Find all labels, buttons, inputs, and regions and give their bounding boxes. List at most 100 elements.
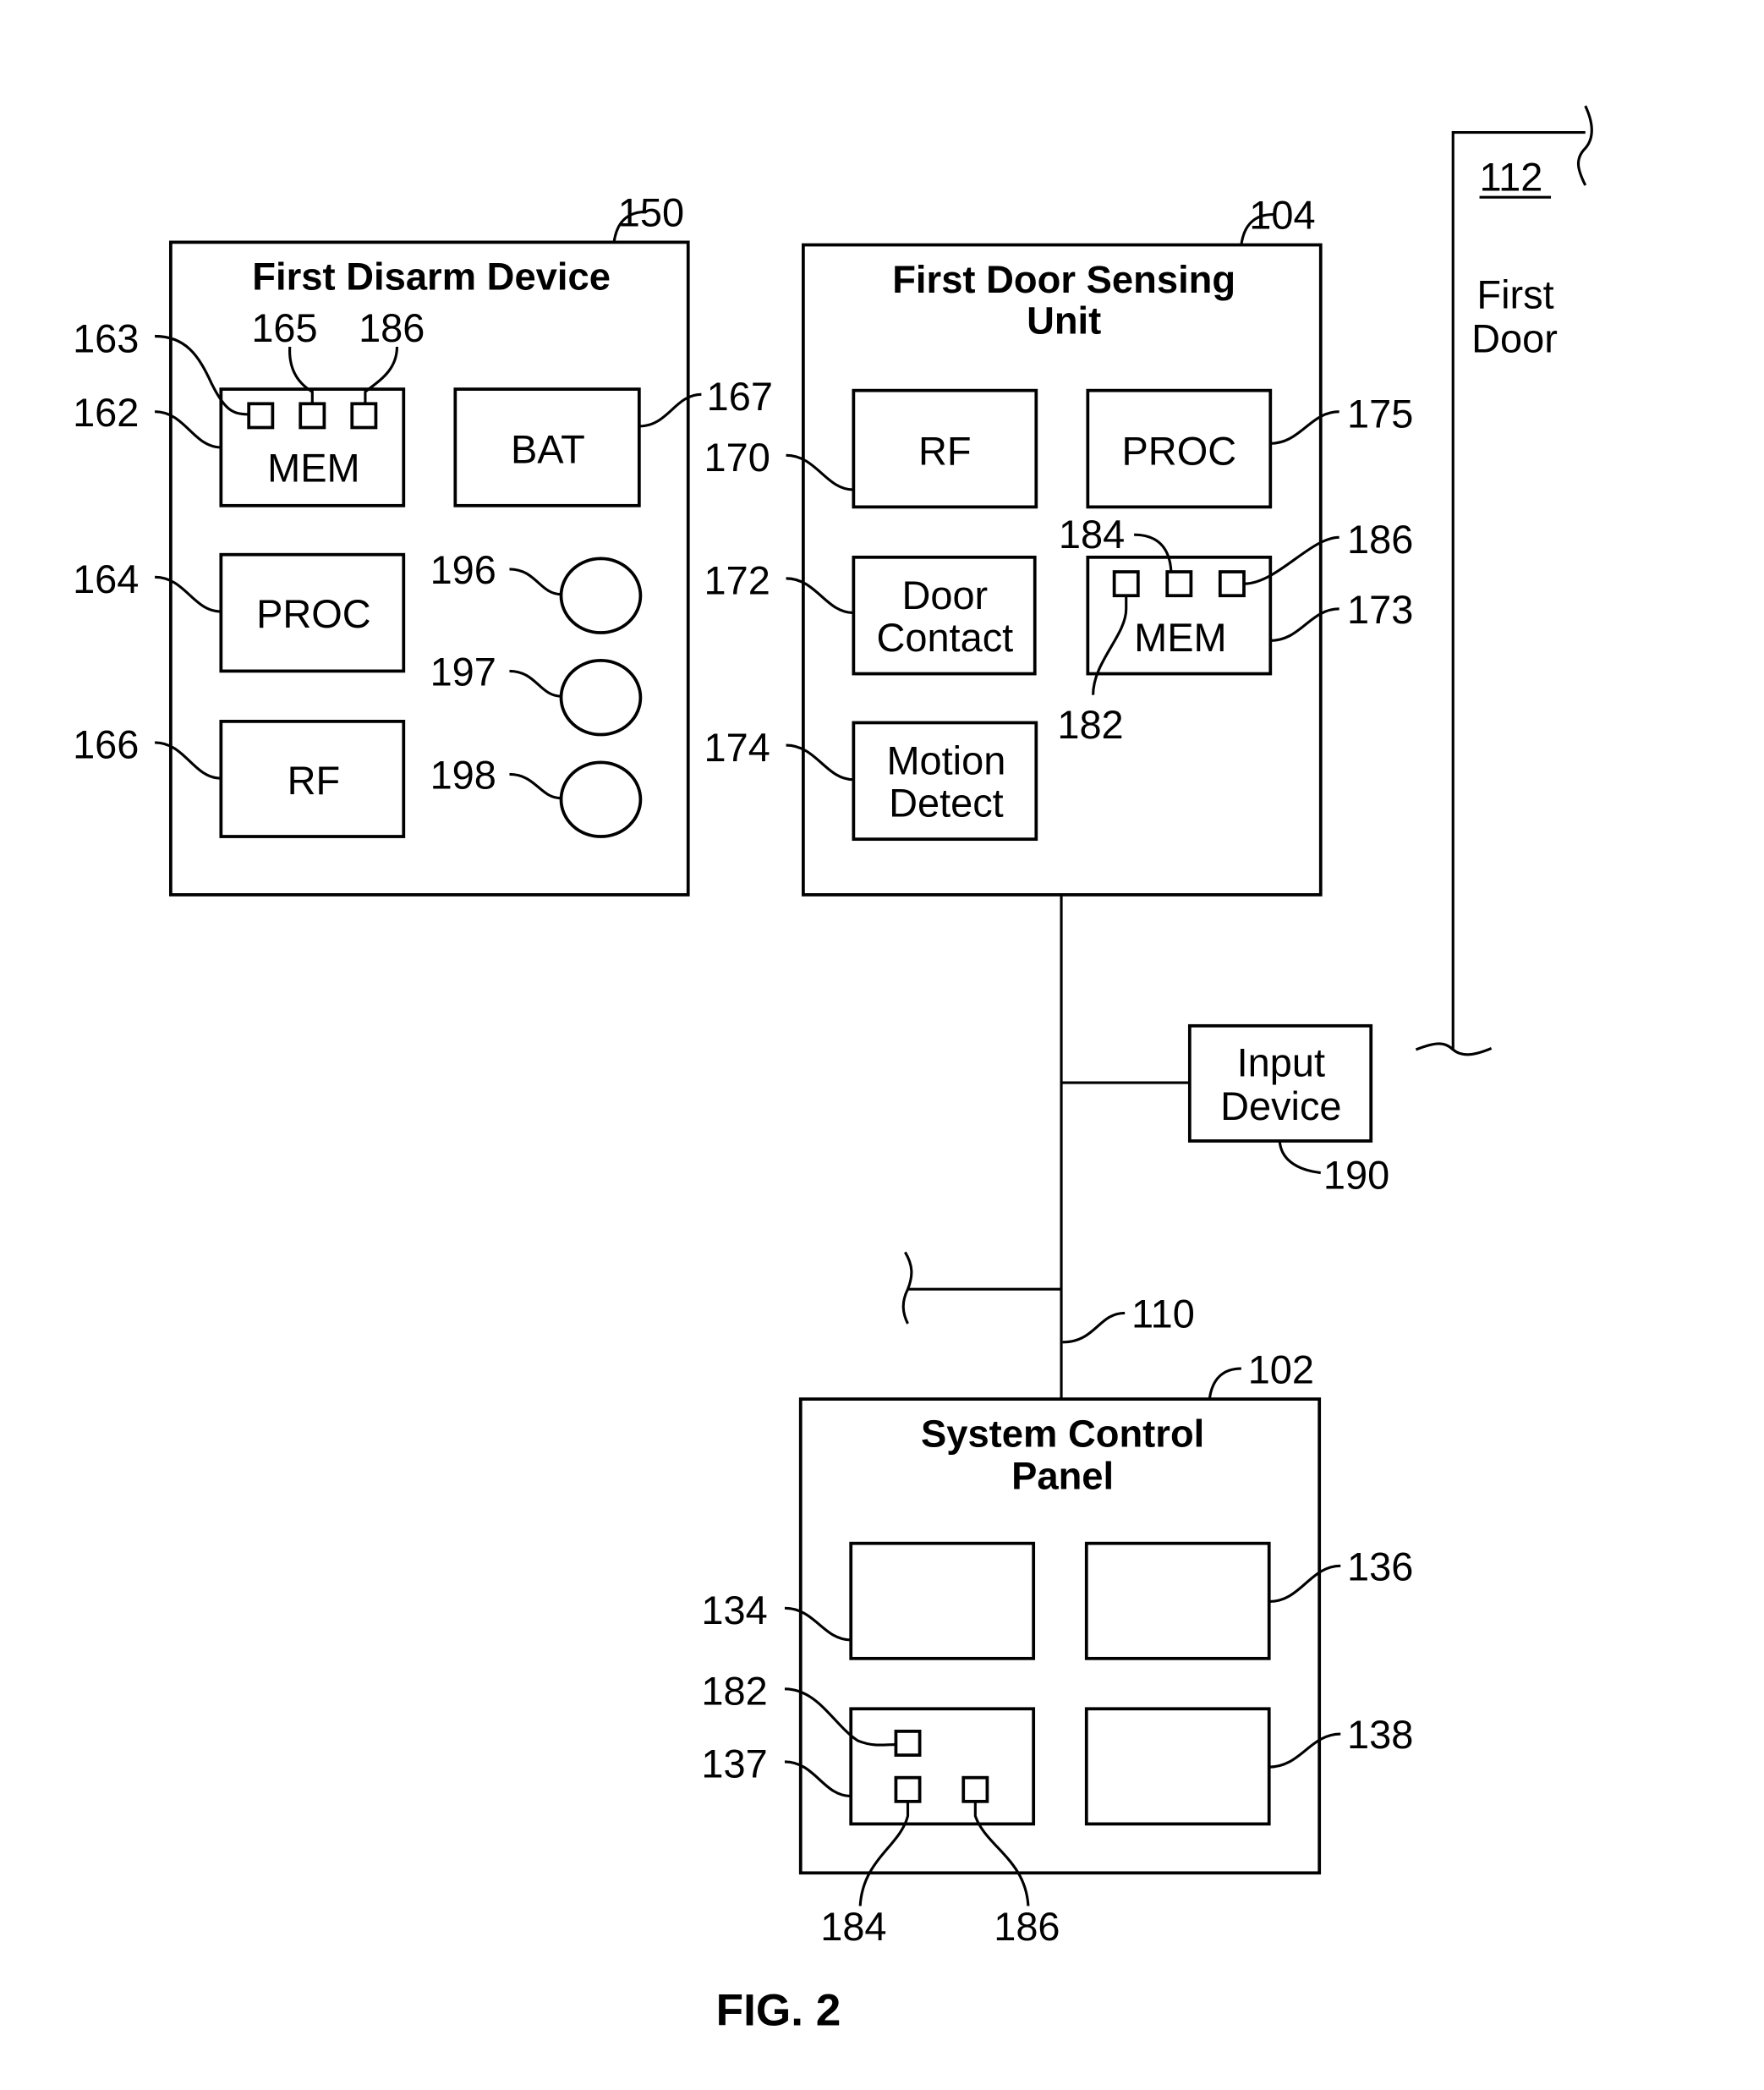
ref-163: 163 <box>73 316 139 360</box>
indicator-197 <box>559 659 643 737</box>
input-device-line1: Input <box>1237 1040 1325 1084</box>
ref-172: 172 <box>704 559 770 603</box>
ref-110: 110 <box>1131 1292 1195 1336</box>
first-door: 112 First Door <box>1415 105 1593 1056</box>
sensing-unit-title-line1: First Door Sensing <box>892 258 1235 301</box>
sensing-mem-label: MEM <box>1134 616 1227 660</box>
leader-166 <box>155 741 222 780</box>
ref-182b: 182 <box>701 1670 767 1714</box>
leader-184 <box>1134 533 1173 573</box>
leader-174 <box>786 743 854 782</box>
leader-173 <box>1270 607 1339 642</box>
disarm-bat-label: BAT <box>511 428 585 472</box>
control-panel: 102 System Control Panel 134 136 182 137… <box>701 1347 1413 1949</box>
ref-162: 162 <box>73 391 139 435</box>
motion-detect-line1: Motion <box>886 738 1005 782</box>
diagram-canvas: 150 First Disarm Device MEM 163 165 186 … <box>73 105 1593 2035</box>
leader-110 <box>1062 1311 1126 1344</box>
ref-197: 197 <box>430 650 496 694</box>
leader-134 <box>784 1606 852 1642</box>
door-break-top <box>1576 105 1593 186</box>
leader-138 <box>1268 1732 1341 1769</box>
input-device-line2: Device <box>1220 1084 1341 1128</box>
sensing-mem-cell-182 <box>1112 570 1140 598</box>
door-label-line2: Door <box>1471 316 1558 360</box>
ref-186c: 186 <box>994 1905 1060 1949</box>
bus: 110 <box>901 894 1195 1400</box>
ref-184b: 184 <box>820 1905 886 1949</box>
leader-164 <box>155 575 222 613</box>
ref-174: 174 <box>704 726 770 770</box>
bus-break-left <box>901 1251 913 1325</box>
mem-cell-163 <box>247 402 275 430</box>
leader-186c <box>973 1801 1030 1906</box>
panel-block-137 <box>849 1707 1036 1826</box>
leader-198 <box>509 772 562 800</box>
leader-186 <box>364 346 399 404</box>
disarm-device: 150 First Disarm Device MEM 163 165 186 … <box>73 191 773 897</box>
sensing-proc-label: PROC <box>1122 429 1237 473</box>
door-outline <box>1451 130 1586 1050</box>
leader-170 <box>786 453 854 491</box>
panel-cell-182 <box>894 1730 922 1757</box>
door-sensing-unit: 104 First Door Sensing Unit RF 170 PROC … <box>704 194 1413 897</box>
ref-198: 198 <box>430 754 496 798</box>
leader-190 <box>1278 1140 1321 1175</box>
leader-167 <box>638 392 702 428</box>
ref-184: 184 <box>1059 513 1125 557</box>
disarm-device-title: First Disarm Device <box>252 255 611 299</box>
leader-182 <box>1092 595 1128 695</box>
ref-104: 104 <box>1249 194 1315 238</box>
input-device: Input Device 190 <box>1187 1023 1389 1197</box>
leader-137 <box>784 1760 852 1798</box>
sensing-mem-cell-186 <box>1218 570 1246 598</box>
ref-166: 166 <box>73 723 139 767</box>
leader-184b <box>858 1801 910 1906</box>
ref-186b: 186 <box>1347 518 1413 562</box>
ref-190: 190 <box>1323 1153 1389 1197</box>
indicator-196 <box>559 557 643 634</box>
ref-112: 112 <box>1480 155 1543 199</box>
ref-170: 170 <box>704 436 770 480</box>
mem-cell-186 <box>350 402 378 430</box>
panel-cell-184 <box>894 1775 922 1803</box>
leader-196 <box>509 568 562 596</box>
ref-136: 136 <box>1347 1544 1413 1588</box>
leader-163 <box>155 334 249 416</box>
leader-197 <box>509 669 562 698</box>
door-contact-line2: Contact <box>876 616 1013 660</box>
leader-136 <box>1268 1564 1341 1604</box>
disarm-mem-label: MEM <box>267 447 360 491</box>
ref-137: 137 <box>701 1742 767 1786</box>
sensing-unit-title-line2: Unit <box>1027 299 1101 342</box>
sensing-mem-cell-184 <box>1165 570 1193 598</box>
ref-175: 175 <box>1347 392 1413 436</box>
control-panel-leader <box>1208 1367 1241 1400</box>
ref-196: 196 <box>430 548 496 592</box>
door-contact-line1: Door <box>901 573 988 617</box>
ref-173: 173 <box>1347 588 1413 632</box>
indicator-198 <box>559 760 643 838</box>
ref-186a: 186 <box>359 306 425 350</box>
ref-102: 102 <box>1248 1347 1314 1391</box>
motion-detect-line2: Detect <box>889 782 1004 826</box>
panel-cell-186 <box>961 1775 989 1803</box>
sensing-unit-box <box>802 243 1323 897</box>
ref-165: 165 <box>251 306 317 350</box>
leader-175 <box>1270 410 1339 445</box>
panel-block-138 <box>1084 1707 1271 1826</box>
disarm-proc-label: PROC <box>256 592 371 636</box>
ref-138: 138 <box>1347 1713 1413 1757</box>
panel-block-136 <box>1084 1541 1271 1660</box>
ref-164: 164 <box>73 557 139 601</box>
ref-150: 150 <box>618 191 684 235</box>
figure-label: FIG. 2 <box>716 1985 841 2035</box>
control-panel-title-line2: Panel <box>1011 1455 1114 1498</box>
leader-165 <box>288 346 314 404</box>
mem-cell-165 <box>299 402 326 430</box>
leader-186 <box>1243 535 1339 585</box>
leader-172 <box>786 577 854 615</box>
control-panel-title-line1: System Control <box>921 1412 1204 1455</box>
ref-182: 182 <box>1057 703 1123 747</box>
disarm-rf-label: RF <box>288 759 341 803</box>
